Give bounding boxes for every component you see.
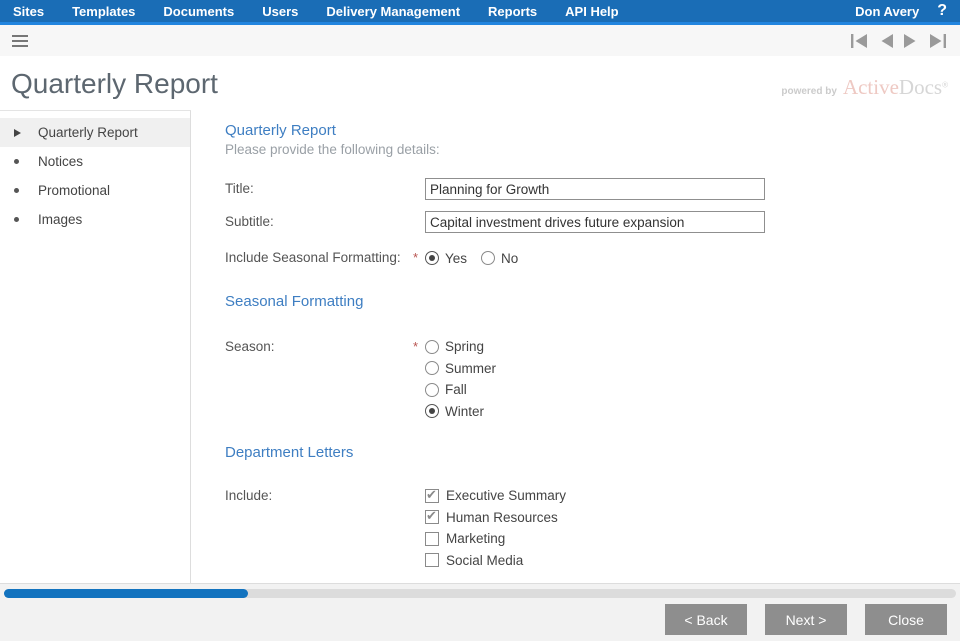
radio-spring[interactable] [425, 340, 439, 354]
sidebar-item-quarterly-report[interactable]: Quarterly Report [0, 118, 190, 147]
sidebar-item-promotional[interactable]: Promotional [0, 176, 190, 205]
nav-item-documents[interactable]: Documents [163, 4, 234, 19]
footer: < Back Next > Close [0, 583, 960, 641]
nav-item-users[interactable]: Users [262, 4, 298, 19]
sidebar-item-label: Notices [38, 154, 83, 169]
checkbox-option-marketing: Marketing [425, 528, 566, 550]
nav-item-delivery-management[interactable]: Delivery Management [326, 4, 460, 19]
top-navigation-bar: Sites Templates Documents Users Delivery… [0, 0, 960, 25]
include-label: Include: [225, 485, 413, 507]
season-options: Spring Summer Fall Winter [425, 336, 496, 422]
checkbox-executive-summary[interactable] [425, 489, 439, 503]
horizontal-scrollbar-thumb[interactable] [4, 589, 248, 598]
include-seasonal-formatting-row: Include Seasonal Formatting: * Yes No [225, 247, 960, 269]
radio-option-winter: Winter [425, 401, 496, 423]
radio-yes[interactable] [425, 251, 439, 265]
toolbar [0, 25, 960, 56]
checkbox-social-media[interactable] [425, 553, 439, 567]
sidebar-item-label: Promotional [38, 183, 110, 198]
brand-trademark: ® [942, 81, 948, 90]
radio-spring-label[interactable]: Spring [445, 339, 484, 354]
menu-icon[interactable] [12, 32, 28, 50]
title-input[interactable] [425, 178, 765, 200]
activedocs-brand-logo: powered by ActiveDocs® [781, 75, 948, 100]
page-header: Quarterly Report powered byActiveDocs® [0, 56, 960, 110]
radio-winter[interactable] [425, 404, 439, 418]
close-button[interactable]: Close [865, 604, 947, 635]
checkbox-human-resources[interactable] [425, 510, 439, 524]
back-button[interactable]: < Back [665, 604, 747, 635]
radio-option-no: No [481, 247, 518, 269]
form-panel: Quarterly Report Please provide the foll… [191, 110, 960, 583]
nav-item-sites[interactable]: Sites [13, 4, 44, 19]
wizard-nav-arrows [849, 32, 948, 50]
checkbox-social-media-label[interactable]: Social Media [446, 553, 523, 568]
title-row: Title: [225, 178, 960, 200]
brand-docs-text: Docs [899, 75, 942, 99]
wizard-buttons: < Back Next > Close [0, 598, 960, 635]
next-button[interactable]: Next > [765, 604, 847, 635]
current-step-arrow-icon [14, 129, 38, 137]
radio-fall-label[interactable]: Fall [445, 382, 467, 397]
radio-summer-label[interactable]: Summer [445, 361, 496, 376]
subtitle-input[interactable] [425, 211, 765, 233]
title-label: Title: [225, 178, 413, 200]
next-step-icon[interactable] [902, 32, 920, 50]
required-marker: * [413, 336, 425, 358]
checkbox-option-social-media: Social Media [425, 550, 566, 572]
checkbox-option-executive-summary: Executive Summary [425, 485, 566, 507]
nav-item-api-help[interactable]: API Help [565, 4, 618, 19]
nav-item-reports[interactable]: Reports [488, 4, 537, 19]
user-menu[interactable]: Don Avery [855, 4, 919, 19]
radio-no[interactable] [481, 251, 495, 265]
radio-option-spring: Spring [425, 336, 496, 358]
required-marker: * [413, 247, 425, 269]
checkbox-marketing[interactable] [425, 532, 439, 546]
radio-option-fall: Fall [425, 379, 496, 401]
section-heading-seasonal-formatting: Seasonal Formatting [225, 293, 960, 310]
season-row: Season: * Spring Summer Fall Winter [225, 336, 960, 422]
sidebar-item-images[interactable]: Images [0, 205, 190, 234]
radio-fall[interactable] [425, 383, 439, 397]
section-heading-quarterly-report: Quarterly Report [225, 122, 960, 139]
sidebar-item-label: Images [38, 212, 82, 227]
brand-active-text: Active [843, 75, 899, 99]
checkbox-executive-summary-label[interactable]: Executive Summary [446, 488, 566, 503]
bullet-icon [14, 217, 38, 222]
subtitle-label: Subtitle: [225, 211, 413, 233]
radio-option-summer: Summer [425, 358, 496, 380]
include-options: Executive Summary Human Resources Market… [425, 485, 566, 571]
horizontal-scrollbar-track[interactable] [4, 589, 956, 598]
section-subheading: Please provide the following details: [225, 142, 960, 157]
sidebar-item-label: Quarterly Report [38, 125, 138, 140]
nav-item-templates[interactable]: Templates [72, 4, 135, 19]
powered-by-label: powered by [781, 86, 837, 97]
content-area: Quarterly Report Notices Promotional Ima… [0, 110, 960, 583]
checkbox-marketing-label[interactable]: Marketing [446, 531, 505, 546]
checkbox-option-human-resources: Human Resources [425, 507, 566, 529]
sidebar-item-notices[interactable]: Notices [0, 147, 190, 176]
section-heading-department-letters: Department Letters [225, 444, 960, 461]
subtitle-row: Subtitle: [225, 211, 960, 233]
previous-step-icon[interactable] [877, 32, 895, 50]
wizard-steps-sidebar: Quarterly Report Notices Promotional Ima… [0, 110, 191, 583]
bullet-icon [14, 188, 38, 193]
seasonal-toggle-options: Yes No [425, 247, 532, 269]
radio-option-yes: Yes [425, 247, 467, 269]
radio-no-label[interactable]: No [501, 251, 518, 266]
season-label: Season: [225, 336, 413, 358]
bullet-icon [14, 159, 38, 164]
radio-yes-label[interactable]: Yes [445, 251, 467, 266]
checkbox-human-resources-label[interactable]: Human Resources [446, 510, 558, 525]
help-icon[interactable]: ? [937, 2, 947, 20]
first-step-icon[interactable] [849, 32, 870, 50]
include-seasonal-formatting-label: Include Seasonal Formatting: [225, 247, 413, 269]
radio-winter-label[interactable]: Winter [445, 404, 484, 419]
last-step-icon[interactable] [927, 32, 948, 50]
radio-summer[interactable] [425, 361, 439, 375]
include-row: Include: Executive Summary Human Resourc… [225, 485, 960, 571]
